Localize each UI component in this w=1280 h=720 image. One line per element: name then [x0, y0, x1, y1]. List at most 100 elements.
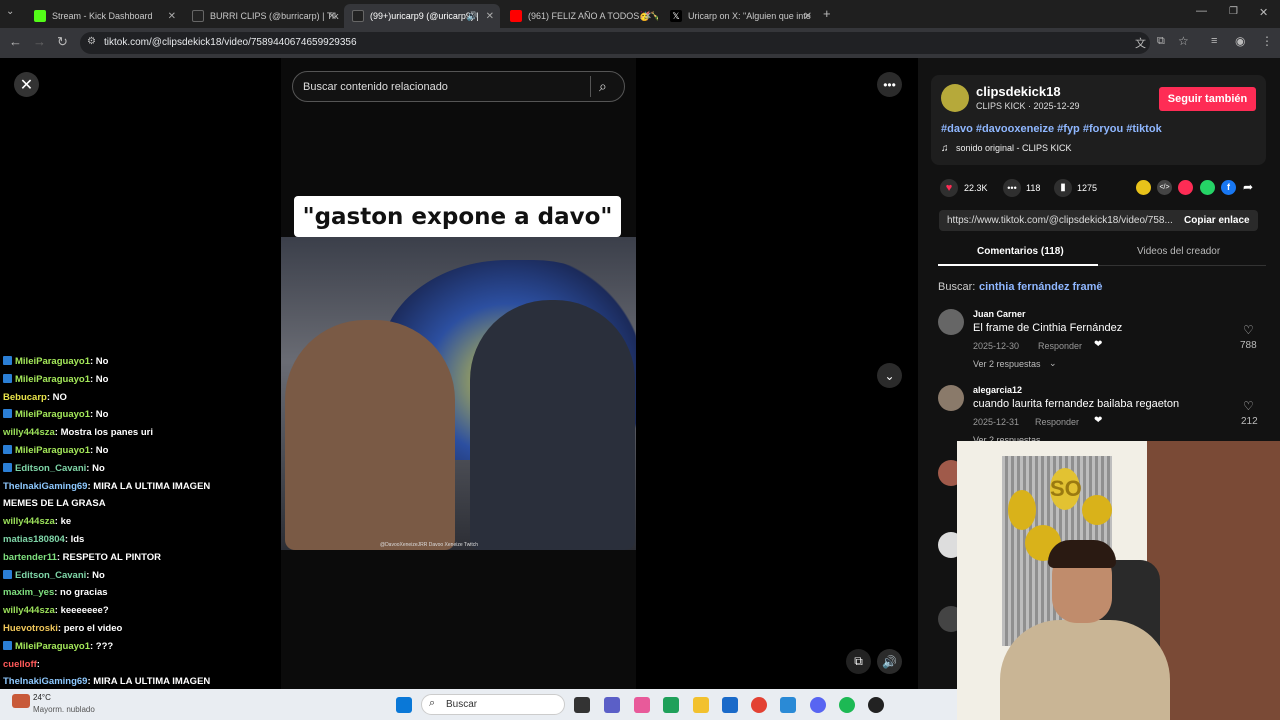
back-icon[interactable]: ←: [9, 34, 22, 49]
url-text[interactable]: tiktok.com/@clipsdekick18/video/75894406…: [104, 37, 357, 48]
close-tab-icon[interactable]: ✕: [486, 11, 494, 22]
comment-search-suggestion[interactable]: cinthia fernández frame: [979, 281, 1102, 293]
file-explorer-icon[interactable]: [693, 697, 709, 713]
hashtags[interactable]: #davo #davooxeneize #fyp #foryou #tiktok: [941, 123, 1162, 135]
chat-username[interactable]: Editson_Cavani: [15, 463, 86, 474]
menu-kebab-icon[interactable]: ⋮: [1261, 34, 1273, 48]
task-view-icon[interactable]: [574, 697, 590, 713]
install-icon[interactable]: ⧉: [1157, 35, 1165, 48]
media-control-icon[interactable]: ≡: [1211, 35, 1217, 47]
windows-start-icon[interactable]: [396, 697, 412, 713]
view-replies-button[interactable]: Ver 2 respuestas: [973, 359, 1041, 369]
chat-username[interactable]: TheInakiGaming69: [3, 676, 87, 687]
chat-username[interactable]: willy444sza: [3, 427, 55, 438]
close-window-icon[interactable]: ✕: [1259, 6, 1268, 19]
reply-button[interactable]: Responder: [1038, 341, 1082, 351]
comment-avatar[interactable]: [938, 309, 964, 335]
chat-username[interactable]: MileiParaguayo1: [15, 445, 90, 456]
audio-playing-icon[interactable]: 🔊: [467, 11, 478, 22]
chat-username[interactable]: willy444sza: [3, 516, 55, 527]
close-tab-icon[interactable]: ✕: [644, 11, 652, 22]
more-options-icon[interactable]: •••: [877, 72, 902, 97]
profile-icon[interactable]: ◉: [1235, 34, 1245, 48]
chat-text: : No: [86, 569, 105, 581]
mail-icon[interactable]: [780, 697, 796, 713]
bookmark-icon[interactable]: ▮: [1054, 179, 1072, 197]
chrome-icon[interactable]: [751, 697, 767, 713]
tab-youtube-feliz[interactable]: (961) FELIZ AÑO A TODOS🥳🍾 ✕: [502, 4, 658, 28]
chat-message: matias180804: lds: [3, 531, 228, 549]
bookmark-star-icon[interactable]: ☆: [1178, 34, 1189, 48]
close-tab-icon[interactable]: ✕: [168, 11, 176, 22]
forward-icon[interactable]: →: [33, 34, 46, 49]
repost-icon[interactable]: [1178, 180, 1193, 195]
tab-kick-dashboard[interactable]: Stream - Kick Dashboard ✕: [26, 4, 182, 28]
tab-creator-videos[interactable]: Videos del creador: [1137, 246, 1220, 257]
minimize-icon[interactable]: —: [1196, 5, 1207, 17]
sound-link[interactable]: sonido original - CLIPS KICK: [956, 143, 1072, 153]
comment-like-icon[interactable]: ♡: [1243, 323, 1254, 337]
close-video-icon[interactable]: ✕: [14, 72, 39, 97]
translate-icon[interactable]: 文: [1135, 35, 1146, 51]
weather-icon[interactable]: [12, 694, 30, 708]
next-video-icon[interactable]: ⌄: [877, 363, 902, 388]
emoji-reaction-icon[interactable]: [1136, 180, 1151, 195]
taskbar-search[interactable]: Buscar: [421, 694, 565, 715]
site-info-icon[interactable]: ⚙: [87, 36, 96, 47]
chat-message: Editson_Cavani: No: [3, 567, 228, 585]
embed-code-icon[interactable]: </>: [1157, 180, 1172, 195]
chat-username[interactable]: bartender11: [3, 552, 57, 563]
comment-like-icon[interactable]: ♡: [1243, 399, 1254, 413]
comment-icon[interactable]: •••: [1003, 179, 1021, 197]
tab-uricarp9[interactable]: (99+)uricarp9 (@uricarp9) | 🔊 ✕: [344, 4, 500, 28]
search-icon[interactable]: ⌕: [599, 78, 607, 95]
edge-icon[interactable]: [663, 697, 679, 713]
discord-icon[interactable]: [810, 697, 826, 713]
store-icon[interactable]: [722, 697, 738, 713]
share-arrow-icon[interactable]: ➦: [1243, 180, 1253, 194]
reply-button[interactable]: Responder: [1035, 417, 1079, 427]
chat-username[interactable]: Huevotroski: [3, 623, 58, 634]
creator-avatar[interactable]: [941, 84, 969, 112]
restore-icon[interactable]: ❐: [1229, 6, 1238, 17]
comment-username[interactable]: Juan Carner: [973, 309, 1026, 319]
facebook-icon[interactable]: f: [1221, 180, 1236, 195]
chat-username[interactable]: Editson_Cavani: [15, 570, 86, 581]
creator-liked-icon: ❤: [1094, 415, 1103, 426]
chat-username[interactable]: cuelloff: [3, 659, 37, 670]
obs-icon[interactable]: [868, 697, 884, 713]
whatsapp-icon[interactable]: [1200, 180, 1215, 195]
like-heart-icon[interactable]: ♥: [940, 179, 958, 197]
comment-username[interactable]: alegarcia12: [973, 385, 1022, 395]
chat-username[interactable]: maxim_yes: [3, 587, 54, 598]
chat-username[interactable]: TheInakiGaming69: [3, 481, 87, 492]
chevron-down-icon[interactable]: ⌄: [1049, 358, 1057, 369]
chat-username[interactable]: Bebucarp: [3, 392, 47, 403]
spotify-icon[interactable]: [839, 697, 855, 713]
search-icon: ⌕: [429, 697, 436, 709]
tab-burri-clips[interactable]: BURRI CLIPS (@burricarp) | Tik ✕: [184, 4, 342, 28]
chat-username[interactable]: willy444sza: [3, 605, 55, 616]
tab-comments[interactable]: Comentarios (118): [977, 246, 1064, 257]
floating-player-icon[interactable]: ⧉: [846, 649, 871, 674]
tab-search-icon[interactable]: ⌄: [6, 6, 14, 17]
chat-username[interactable]: matias180804: [3, 534, 65, 545]
chat-username[interactable]: MileiParaguayo1: [15, 356, 90, 367]
reload-icon[interactable]: ↻: [57, 34, 68, 50]
copilot-icon[interactable]: [634, 697, 650, 713]
close-tab-icon[interactable]: ✕: [328, 11, 336, 22]
teams-icon[interactable]: [604, 697, 620, 713]
tab-x-uricarp[interactable]: 𝕏 Uricarp on X: "Alguien que inte ✕: [662, 4, 818, 28]
chat-username[interactable]: MileiParaguayo1: [15, 409, 90, 420]
new-tab-icon[interactable]: +: [823, 6, 831, 21]
comment-avatar[interactable]: [938, 385, 964, 411]
chat-username[interactable]: MileiParaguayo1: [15, 641, 90, 652]
volume-icon[interactable]: 🔊: [877, 649, 902, 674]
chat-message: cuelloff:: [3, 656, 228, 674]
follow-button[interactable]: Seguir también: [1159, 87, 1256, 111]
related-search-input[interactable]: Buscar contenido relacionado: [292, 71, 625, 102]
copy-link-button[interactable]: Copiar enlace: [1184, 215, 1250, 226]
chat-username[interactable]: MileiParaguayo1: [15, 374, 90, 385]
creator-username[interactable]: clipsdekick18: [976, 84, 1061, 99]
close-tab-icon[interactable]: ✕: [804, 11, 812, 22]
